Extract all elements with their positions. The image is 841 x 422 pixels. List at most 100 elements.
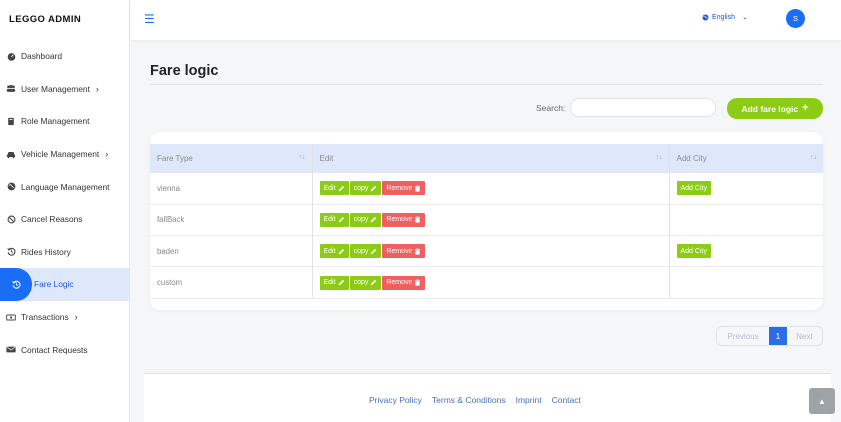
copy-button[interactable]: copy [349, 212, 382, 227]
edit-cell: Edit copy Remove [311, 235, 669, 267]
edit-button[interactable]: Edit [319, 212, 349, 227]
pencil-icon [338, 248, 344, 255]
edit-button[interactable]: Edit [319, 181, 349, 196]
fare-type-cell: vienna [157, 183, 180, 193]
chevron-up-icon: ▲ [818, 396, 826, 406]
remove-button[interactable]: Remove [382, 244, 426, 259]
history-icon [11, 280, 20, 289]
brand-logo[interactable]: LEGGO ADMIN [0, 0, 129, 40]
sidebar-item-language-management[interactable]: Language Management [0, 170, 129, 203]
language-label: English [712, 13, 735, 21]
fare-type-cell: fallBack [157, 215, 185, 225]
trash-icon [415, 248, 421, 255]
sort-icon[interactable]: ↑↓ [656, 154, 663, 161]
plus-icon: + [802, 102, 809, 114]
history-icon [6, 247, 16, 257]
add-fare-logic-button[interactable]: Add fare logic + [727, 98, 823, 119]
sidebar-item-label: Language Management [21, 181, 110, 192]
edit-cell: Edit copy Remove [311, 266, 669, 299]
table-row: custom Edit copy Remove [150, 266, 823, 299]
footer-link-privacy-policy[interactable]: Privacy Policy [369, 395, 422, 405]
pencil-icon [371, 279, 377, 286]
pencil-icon [338, 185, 344, 192]
chevron-right-icon: › [74, 312, 78, 323]
footer-link-contact[interactable]: Contact [552, 395, 581, 405]
envelope-icon [6, 345, 16, 355]
remove-button[interactable]: Remove [382, 181, 426, 196]
edit-cell: Edit copy Remove [311, 204, 669, 236]
sidebar-item-label: Rides History [21, 246, 71, 257]
column-header-add-city[interactable]: Add City ↑↓ [668, 144, 823, 173]
hamburger-menu-icon[interactable]: ☰ [144, 12, 155, 26]
fare-type-cell: baden [157, 246, 179, 256]
sidebar-item-role-management[interactable]: Role Management [0, 105, 129, 138]
trash-icon [415, 185, 421, 192]
search-label: Search: [536, 103, 566, 113]
sidebar-item-cancel-reasons[interactable]: Cancel Reasons [0, 203, 129, 236]
sidebar-item-transactions[interactable]: Transactions › [0, 301, 129, 334]
fare-type-cell: custom [157, 278, 183, 288]
sidebar-item-label: Cancel Reasons [21, 214, 83, 225]
sidebar-item-fare-logic[interactable]: Fare Logic [0, 268, 129, 301]
sidebar-item-label: Fare Logic [34, 279, 74, 290]
car-icon [6, 149, 16, 159]
add-city-cell [668, 266, 823, 299]
sidebar-item-label: Vehicle Management [21, 149, 100, 160]
chevron-down-icon: ⌄ [741, 14, 748, 21]
globe-icon [6, 182, 16, 192]
add-fare-logic-label: Add fare logic [741, 103, 799, 114]
money-icon [6, 312, 16, 322]
avatar[interactable]: S [786, 9, 805, 28]
sidebar-item-dashboard[interactable]: Dashboard [0, 40, 129, 73]
ban-icon [6, 214, 16, 224]
footer-links: Privacy Policy Terms & Conditions Imprin… [369, 395, 581, 405]
column-header-fare-type[interactable]: Fare Type ↑↓ [150, 144, 312, 173]
sidebar-item-rides-history[interactable]: Rides History [0, 236, 129, 269]
add-city-button[interactable]: Add City [676, 181, 711, 196]
pagination-previous[interactable]: Previous [717, 332, 769, 341]
add-city-cell [668, 204, 823, 236]
pencil-icon [338, 279, 344, 286]
add-city-button[interactable]: Add City [676, 244, 711, 259]
active-indicator [0, 268, 32, 301]
sort-icon[interactable]: ↑↓ [299, 154, 306, 161]
sidebar-item-contact-requests[interactable]: Contact Requests [0, 333, 129, 366]
sidebar-item-user-management[interactable]: User Management › [0, 73, 129, 106]
topbar: ☰ English ⌄ S [130, 0, 841, 40]
search-input[interactable] [570, 98, 716, 117]
sidebar-item-label: Contact Requests [21, 344, 88, 355]
sort-icon[interactable]: ↑↓ [810, 154, 817, 161]
column-header-edit[interactable]: Edit ↑↓ [311, 144, 669, 173]
dashboard-icon [6, 51, 16, 61]
pagination-next[interactable]: Next [787, 332, 822, 341]
table-row: vienna Edit copy Remove Add City [150, 173, 823, 205]
chevron-right-icon: › [105, 149, 109, 160]
footer: Privacy Policy Terms & Conditions Imprin… [144, 373, 831, 422]
copy-button[interactable]: copy [349, 275, 382, 290]
sidebar-item-label: Role Management [21, 116, 90, 127]
footer-link-imprint[interactable]: Imprint [516, 395, 542, 405]
edit-button[interactable]: Edit [319, 275, 349, 290]
add-city-cell: Add City [668, 235, 823, 267]
footer-link-terms-conditions[interactable]: Terms & Conditions [432, 395, 506, 405]
page-title: Fare logic [150, 63, 219, 79]
table-body: vienna Edit copy Remove Add City fallBack Edit… [150, 173, 823, 299]
language-selector[interactable]: English ⌄ [702, 13, 748, 21]
sidebar-item-label: Dashboard [21, 51, 62, 62]
remove-button[interactable]: Remove [382, 275, 426, 290]
copy-button[interactable]: copy [349, 244, 382, 259]
copy-button[interactable]: copy [349, 181, 382, 196]
edit-cell: Edit copy Remove [311, 173, 669, 205]
fare-logic-table-card: Fare Type ↑↓ Edit ↑↓ Add City ↑↓ vienna Edit… [150, 132, 823, 310]
pencil-icon [371, 217, 377, 223]
edit-button[interactable]: Edit [319, 244, 349, 259]
sidebar-item-vehicle-management[interactable]: Vehicle Management › [0, 138, 129, 171]
chevron-right-icon: › [95, 83, 99, 94]
trash-icon [415, 279, 421, 286]
add-city-cell: Add City [668, 173, 823, 205]
pagination-page-current[interactable]: 1 [769, 327, 787, 345]
sidebar-item-label: User Management [21, 83, 90, 94]
remove-button[interactable]: Remove [382, 212, 426, 227]
book-icon [6, 116, 16, 126]
scroll-to-top-button[interactable]: ▲ [809, 388, 835, 414]
